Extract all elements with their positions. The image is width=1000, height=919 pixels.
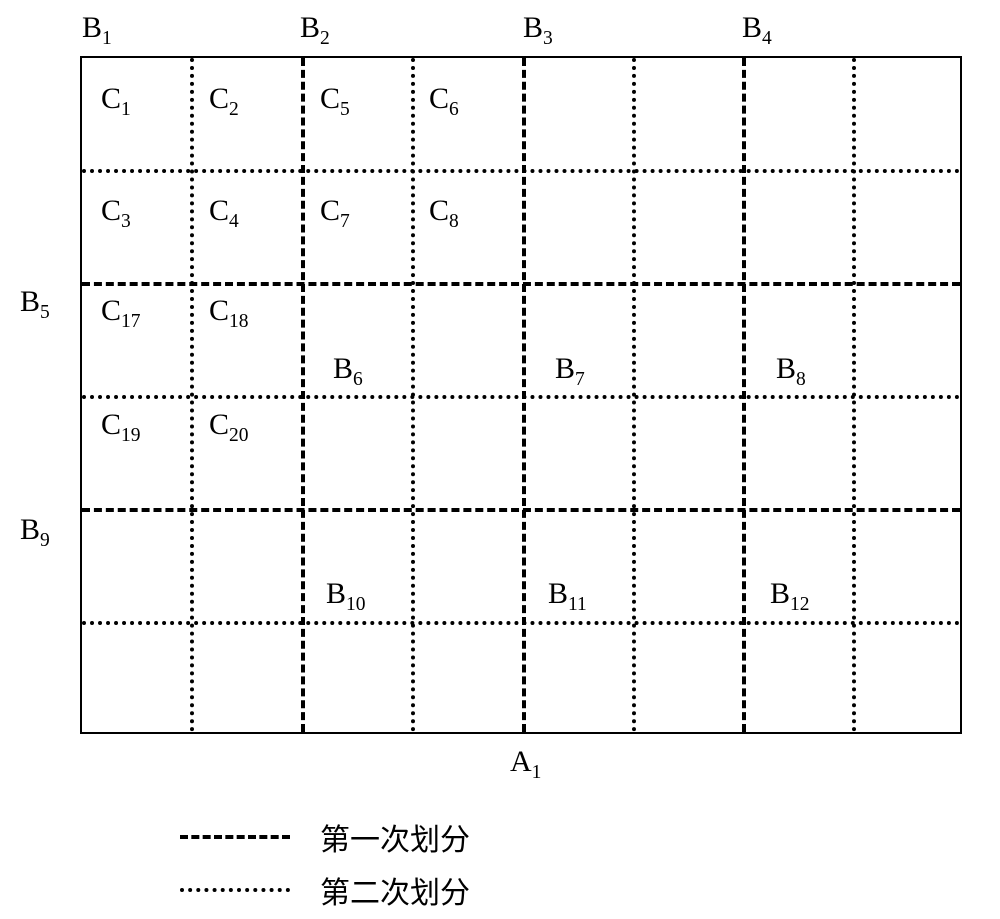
legend-text-second: 第二次划分 <box>320 868 470 912</box>
b-label-mid: B10 <box>326 577 366 616</box>
b-label-mid: B8 <box>776 352 806 391</box>
legend-line-second <box>180 888 290 892</box>
b-label-mid: B7 <box>555 352 585 391</box>
c-label: C3 <box>101 194 131 233</box>
legend-text-first: 第一次划分 <box>320 815 470 859</box>
b-label-left: B5 <box>20 285 50 324</box>
b-label-top: B2 <box>300 11 330 50</box>
b-label-top: B1 <box>82 11 112 50</box>
c-label: C17 <box>101 294 141 333</box>
a-label: A1 <box>510 745 541 784</box>
c-label: C7 <box>320 194 350 233</box>
b-label-mid: B12 <box>770 577 810 616</box>
c-label: C2 <box>209 82 239 121</box>
b-label-top: B4 <box>742 11 772 50</box>
c-label: C20 <box>209 408 249 447</box>
c-label: C6 <box>429 82 459 121</box>
c-label: C5 <box>320 82 350 121</box>
legend-line-first <box>180 835 290 839</box>
c-label: C8 <box>429 194 459 233</box>
c-label: C4 <box>209 194 239 233</box>
b-label-left: B9 <box>20 513 50 552</box>
c-label: C18 <box>209 294 249 333</box>
b-label-top: B3 <box>523 11 553 50</box>
b-label-mid: B6 <box>333 352 363 391</box>
c-label: C1 <box>101 82 131 121</box>
b-label-mid: B11 <box>548 577 587 616</box>
c-label: C19 <box>101 408 141 447</box>
